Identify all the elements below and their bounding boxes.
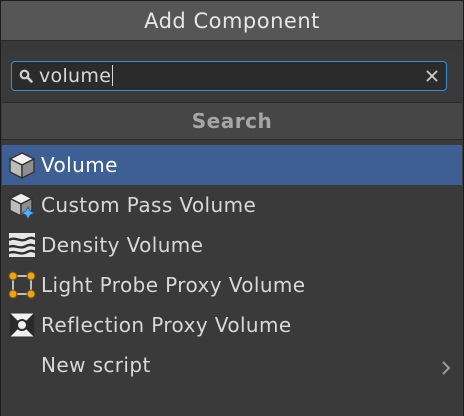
list-item-label: Reflection Proxy Volume <box>41 313 292 337</box>
add-component-window: Add Component volume Search Volume Custo… <box>0 0 464 416</box>
list-item-label: Density Volume <box>41 233 204 257</box>
search-input[interactable]: volume <box>39 65 114 87</box>
reflection-icon <box>7 310 37 340</box>
fog-icon <box>7 230 37 260</box>
list-item-custom-pass-volume[interactable]: Custom Pass Volume <box>2 185 462 225</box>
list-item-label: Light Probe Proxy Volume <box>41 273 306 297</box>
cube-plus-icon <box>7 190 37 220</box>
list-item-density-volume[interactable]: Density Volume <box>2 225 462 265</box>
cube-icon <box>7 150 37 180</box>
list-item-label: New script <box>41 353 151 377</box>
add-component-button[interactable]: Add Component <box>1 1 463 41</box>
light-probe-icon <box>7 270 37 300</box>
list-item-new-script[interactable]: New script <box>2 345 462 385</box>
chevron-right-icon <box>440 357 452 375</box>
search-icon <box>18 68 34 84</box>
component-list: Volume Custom Pass Volume Density Volume… <box>2 145 462 385</box>
search-field[interactable]: volume <box>11 61 447 91</box>
list-item-label: Custom Pass Volume <box>41 193 257 217</box>
text-caret <box>112 65 114 86</box>
list-item-reflection-proxy-volume[interactable]: Reflection Proxy Volume <box>2 305 462 345</box>
search-input-value: volume <box>39 65 112 87</box>
close-icon[interactable] <box>424 68 440 84</box>
list-item-label: Volume <box>41 153 118 177</box>
search-section-header: Search <box>2 102 462 140</box>
list-item-light-probe-proxy-volume[interactable]: Light Probe Proxy Volume <box>2 265 462 305</box>
list-item-volume[interactable]: Volume <box>2 145 462 185</box>
